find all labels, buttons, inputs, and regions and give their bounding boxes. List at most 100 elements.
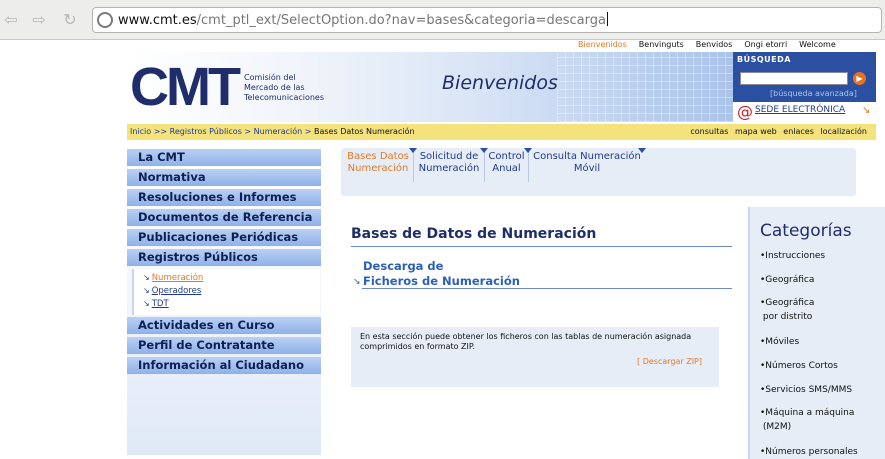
search-input[interactable] <box>740 72 848 85</box>
tab-separator <box>484 148 485 182</box>
category-geografica-distrito[interactable]: •Geográfica por distrito <box>760 296 814 324</box>
tab-label: Consulta Numeración <box>533 151 641 162</box>
lang-benvidos[interactable]: Benvidos <box>696 40 733 52</box>
info-box: En esta sección puede obtener los ficher… <box>351 327 719 387</box>
logo-subtitle: Comisión del Mercado de las Telecomunica… <box>244 73 344 103</box>
menu-item-documentos[interactable]: Documentos de Referencia <box>127 209 321 226</box>
menu-item-publicaciones[interactable]: Publicaciones Periódicas <box>127 229 321 246</box>
search-title: BÚSQUEDA <box>737 55 791 64</box>
util-enlaces[interactable]: enlaces <box>783 127 814 136</box>
util-consultas[interactable]: consultas <box>690 127 728 136</box>
category-numeros-personales[interactable]: •Números personales <box>760 445 858 459</box>
language-bar: Bienvenidos Benvinguts Benvidos Ongi eto… <box>578 40 836 52</box>
submenu-numeracion[interactable]: ↘ Numeración <box>143 273 203 283</box>
submenu-label: TDT <box>151 299 169 309</box>
tab-marker-icon <box>638 148 646 153</box>
tab-consulta-movil[interactable]: Consulta Numeración Móvil <box>531 151 643 175</box>
left-menu: La CMT Normativa Resoluciones e Informes… <box>127 148 321 455</box>
category-label: (M2M) <box>760 422 792 432</box>
download-link-line: Ficheros de Numeración <box>363 274 520 288</box>
breadcrumb-separator: >> <box>153 127 168 136</box>
forward-arrow-icon[interactable]: ⇨ <box>28 9 50 31</box>
tab-separator <box>413 148 414 182</box>
download-divider <box>362 288 732 289</box>
breadcrumb-separator: > <box>304 127 312 136</box>
advanced-search-link[interactable]: [búsqueda avanzada] <box>770 89 857 98</box>
category-geografica[interactable]: •Geográfica <box>760 273 814 287</box>
category-label: por distrito <box>760 312 813 322</box>
banner-pattern <box>557 52 733 122</box>
category-label: •Servicios SMS/MMS <box>760 385 853 395</box>
tab-solicitud[interactable]: Solicitud de Numeración <box>416 151 482 175</box>
section-tabs: Bases Datos Numeración Solicitud de Nume… <box>341 148 856 196</box>
breadcrumb: Inicio >> Registros Públicos > Numeració… <box>130 127 415 136</box>
menu-item-registros[interactable]: Registros Públicos <box>127 249 321 266</box>
tab-label: Numeración <box>347 163 409 174</box>
tab-bases-datos[interactable]: Bases Datos Numeración <box>344 151 412 175</box>
submenu-label: Numeración <box>151 273 204 283</box>
submenu-label: Operadores <box>151 286 202 296</box>
menu-item-actividades[interactable]: Actividades en Curso <box>127 317 321 334</box>
breadcrumb-current: Bases Datos Numeración <box>314 127 415 136</box>
url-path: /cmt_ptl_ext/SelectOption.do?nav=bases&c… <box>196 13 606 28</box>
lang-ongi-etorri[interactable]: Ongi etorri <box>744 40 787 52</box>
download-link-line: Descarga de <box>363 259 444 273</box>
breadcrumb-numeracion[interactable]: Numeración <box>254 127 303 136</box>
info-text: En esta sección puede obtener los ficher… <box>360 332 692 351</box>
title-divider <box>351 246 732 247</box>
category-label: •Números Cortos <box>760 361 838 371</box>
menu-item-informacion[interactable]: Información al Ciudadano <box>127 357 321 374</box>
arrow-right-icon[interactable]: ▶ <box>853 72 866 85</box>
tab-separator <box>528 148 529 182</box>
category-m2m[interactable]: •Máquina a máquina (M2M) <box>760 406 854 434</box>
at-sign-icon: @ <box>737 102 753 121</box>
breadcrumb-registros[interactable]: Registros Públicos <box>170 127 242 136</box>
category-label: •Números personales <box>760 447 858 457</box>
submenu-operadores[interactable]: ↘ Operadores <box>143 286 201 296</box>
tab-label: Solicitud de <box>419 151 479 162</box>
logo-sub-line: Comisión del <box>244 73 296 82</box>
category-label: •Móviles <box>760 337 800 347</box>
reload-icon[interactable]: ↻ <box>59 9 81 31</box>
download-zip-link[interactable]: [ Descargar ZIP] <box>637 357 702 366</box>
submenu-tdt[interactable]: ↘ TDT <box>143 299 169 309</box>
back-arrow-icon[interactable]: ⇦ <box>0 9 22 31</box>
arrow-down-right-icon: ↘ <box>143 273 150 282</box>
category-sms-mms[interactable]: •Servicios SMS/MMS <box>760 383 852 397</box>
arrow-down-right-icon: ↘ <box>862 105 871 116</box>
lang-benvinguts[interactable]: Benvinguts <box>639 40 684 52</box>
lang-bienvenidos[interactable]: Bienvenidos <box>578 40 627 52</box>
cmt-logo[interactable]: CMT <box>130 57 241 117</box>
tab-control-anual[interactable]: Control Anual <box>486 151 527 175</box>
tab-label: Numeración <box>418 163 480 174</box>
category-label: •Geográfica <box>760 298 815 308</box>
category-moviles[interactable]: •Móviles <box>760 335 799 349</box>
sede-electronica-link[interactable]: SEDE ELECTRÓNICA <box>755 105 845 115</box>
category-label: •Instrucciones <box>760 251 826 261</box>
menu-item-perfil[interactable]: Perfil de Contratante <box>127 337 321 354</box>
arrow-down-right-icon: ↘ <box>353 277 361 287</box>
breadcrumb-inicio[interactable]: Inicio <box>130 127 151 136</box>
download-files-link[interactable]: Descarga de Ficheros de Numeración <box>363 259 520 289</box>
util-mapa-web[interactable]: mapa web <box>735 127 777 136</box>
category-label: •Máquina a máquina <box>760 408 855 418</box>
category-instrucciones[interactable]: •Instrucciones <box>760 249 825 263</box>
tab-label: Anual <box>492 163 521 174</box>
lang-welcome[interactable]: Welcome <box>799 40 836 52</box>
breadcrumb-separator: > <box>244 127 252 136</box>
menu-item-normativa[interactable]: Normativa <box>127 169 321 186</box>
url-text[interactable]: www.cmt.es/cmt_ptl_ext/SelectOption.do?n… <box>118 12 608 28</box>
header-banner: CMT Comisión del Mercado de las Telecomu… <box>127 52 733 122</box>
categories-panel: Categorías •Instrucciones •Geográfica •G… <box>748 207 885 459</box>
menu-item-la-cmt[interactable]: La CMT <box>127 149 321 166</box>
breadcrumb-bar: Inicio >> Registros Públicos > Numeració… <box>127 124 876 140</box>
globe-icon <box>97 12 113 28</box>
util-localizacion[interactable]: localización <box>820 127 867 136</box>
menu-item-resoluciones[interactable]: Resoluciones e Informes <box>127 189 321 206</box>
browser-toolbar: ⇦ ⇨ ↻ www.cmt.es/cmt_ptl_ext/SelectOptio… <box>0 0 885 40</box>
arrow-down-right-icon: ↘ <box>143 299 150 308</box>
tab-label: Bases Datos <box>347 151 409 162</box>
url-host: www.cmt.es <box>118 13 197 28</box>
category-numeros-cortos[interactable]: •Números Cortos <box>760 359 838 373</box>
address-bar[interactable]: www.cmt.es/cmt_ptl_ext/SelectOption.do?n… <box>92 7 882 33</box>
